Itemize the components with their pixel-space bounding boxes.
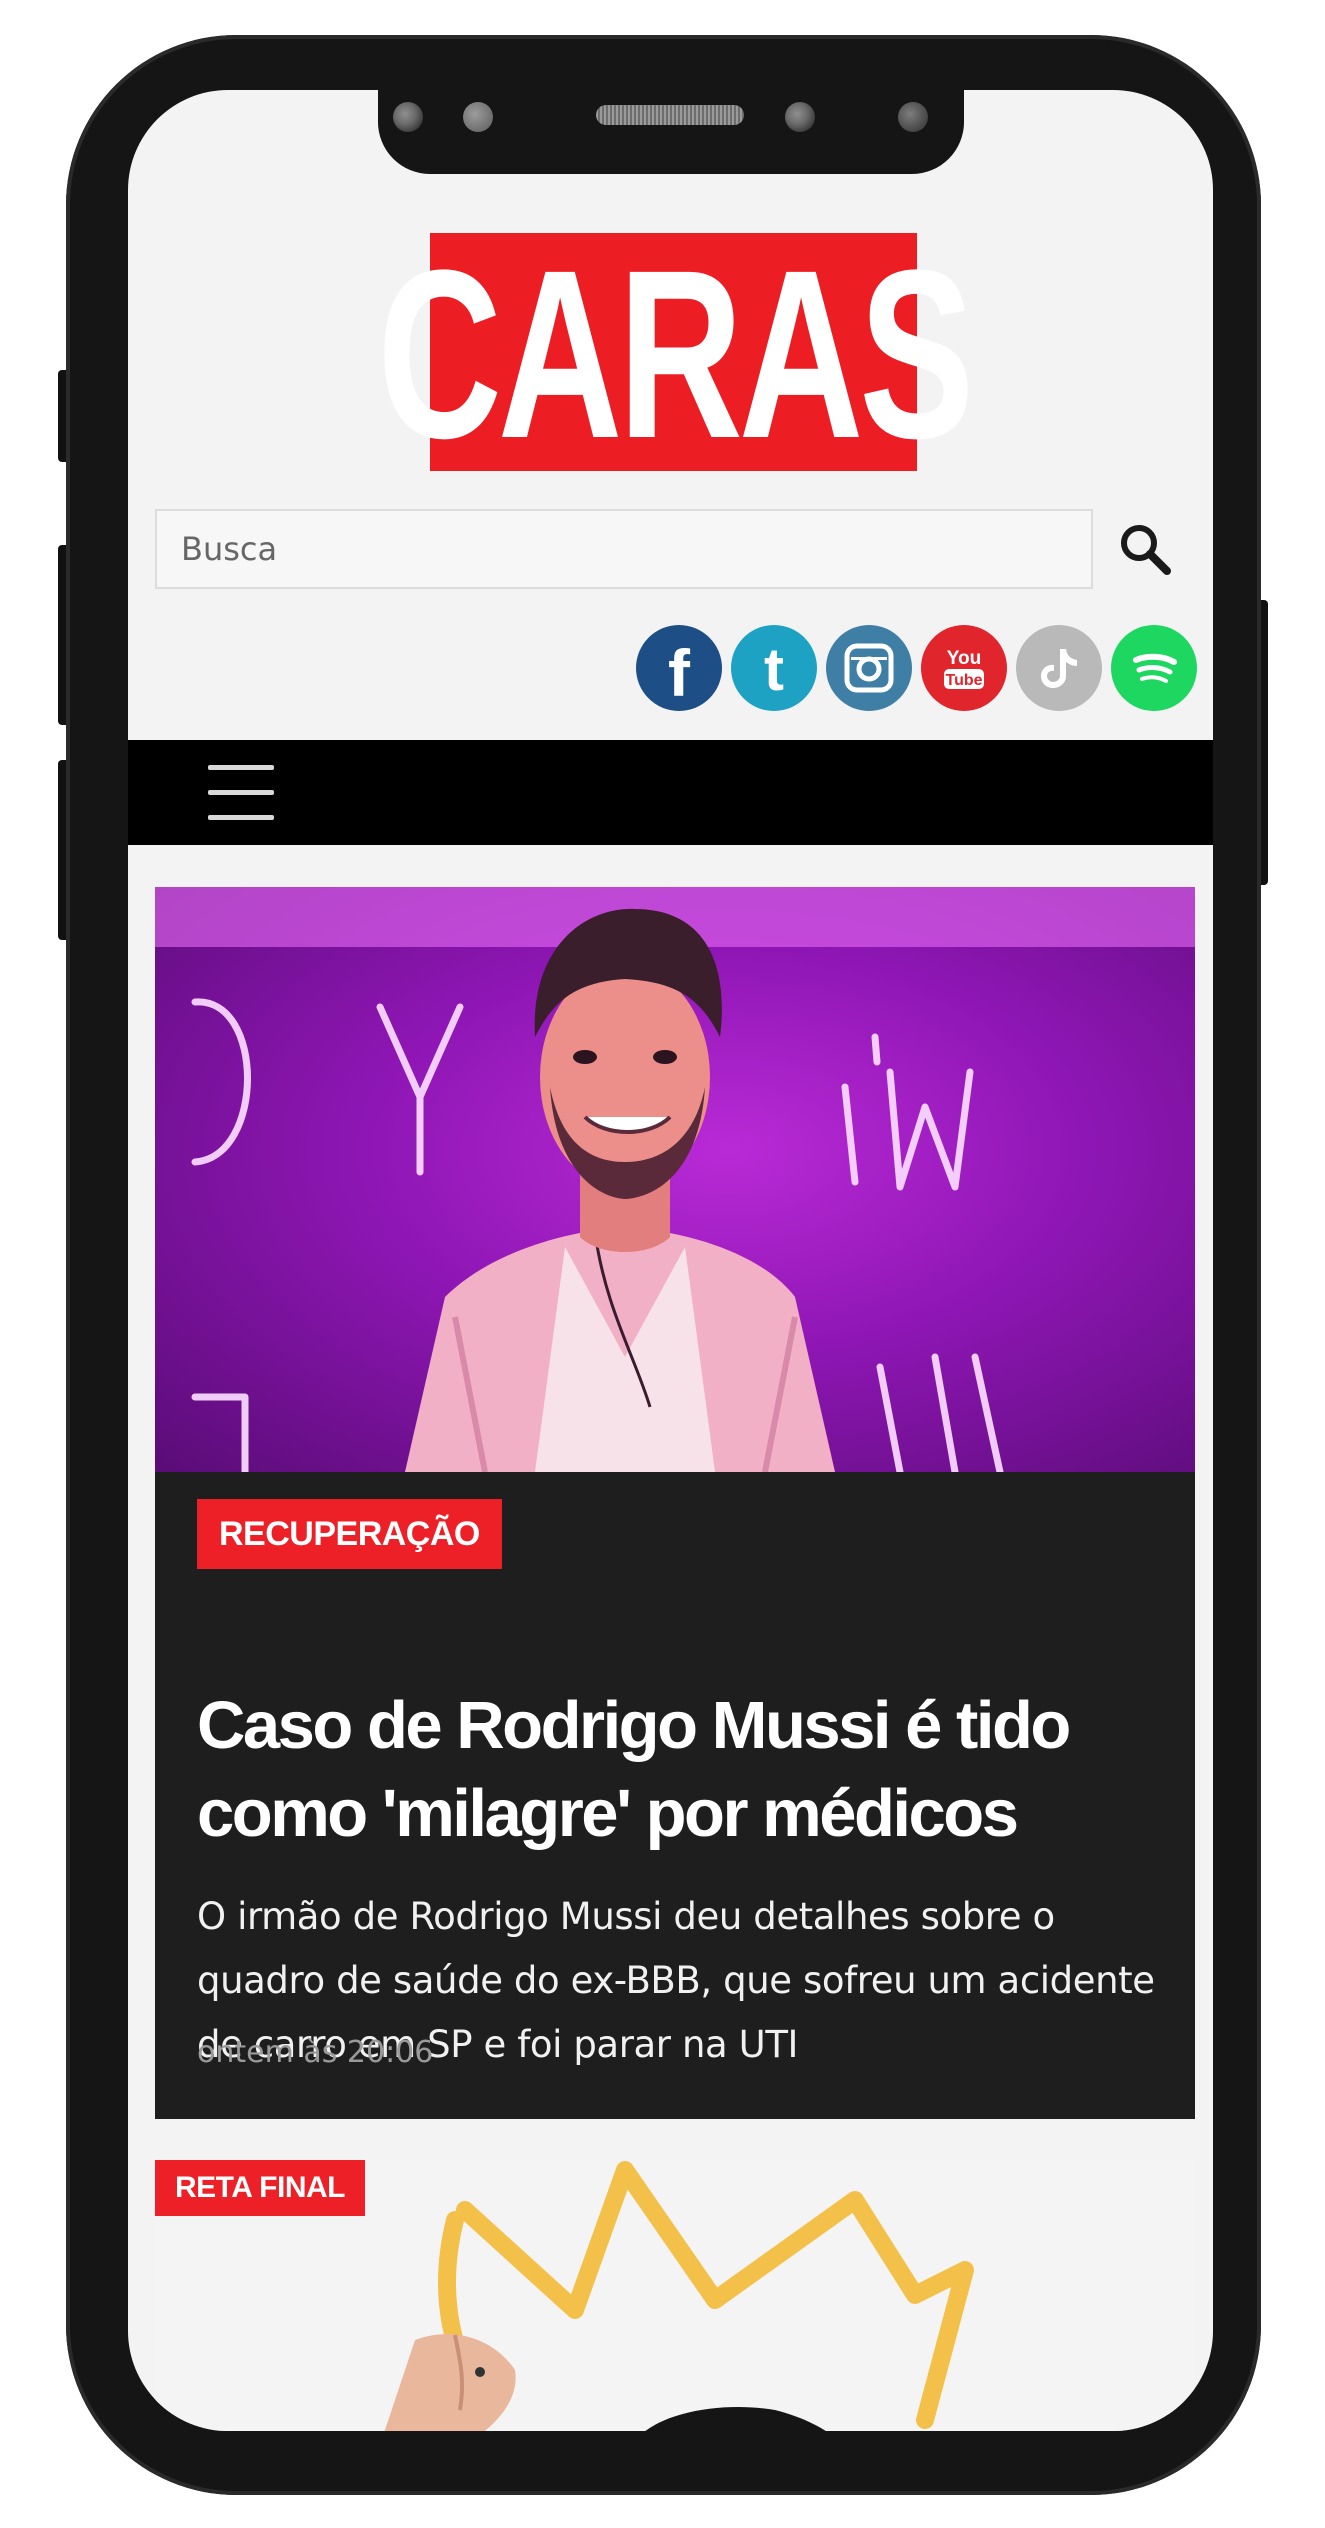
face-id-sensor-icon xyxy=(785,102,815,132)
second-article[interactable]: RETA FINAL xyxy=(155,2160,1195,2431)
search-icon xyxy=(1121,525,1171,575)
tiktok-glyph xyxy=(1041,649,1077,688)
youtube-glyph: You Tube xyxy=(944,648,984,689)
site-logo[interactable]: CARAS xyxy=(377,233,974,474)
earpiece-speaker xyxy=(596,105,744,125)
front-camera-icon xyxy=(393,102,423,132)
category-badge-2[interactable]: RETA FINAL xyxy=(155,2160,365,2216)
youtube-icon[interactable]: You Tube xyxy=(921,625,1007,711)
main-navbar xyxy=(128,740,1213,845)
spotify-icon[interactable] xyxy=(1111,625,1197,711)
menu-icon[interactable] xyxy=(208,765,274,821)
tiktok-icon[interactable] xyxy=(1016,625,1102,711)
phone-notch xyxy=(378,88,964,174)
facebook-icon[interactable]: f xyxy=(636,625,722,711)
feature-image[interactable] xyxy=(155,887,1195,1472)
logo-text: CARAS xyxy=(377,220,974,488)
spotify-glyph xyxy=(1133,653,1177,683)
article-headline[interactable]: Caso de Rodrigo Mussi é tido como 'milag… xyxy=(197,1682,1157,1858)
instagram-icon[interactable] xyxy=(826,625,912,711)
svg-text:Tube: Tube xyxy=(945,672,982,689)
twitter-icon[interactable]: t xyxy=(731,625,817,711)
svg-text:You: You xyxy=(947,648,981,669)
feature-photo xyxy=(155,887,1195,1472)
proximity-sensor-icon xyxy=(463,102,493,132)
search-input[interactable] xyxy=(155,509,1093,589)
feature-article[interactable]: RECUPERAÇÃO Caso de Rodrigo Mussi é tido… xyxy=(155,887,1195,2119)
phone-screen: CARAS f t You Tube xyxy=(128,90,1213,2431)
category-badge[interactable]: RECUPERAÇÃO xyxy=(197,1499,502,1569)
search-button[interactable] xyxy=(1110,514,1180,584)
article-timestamp: ontem às 20:06 xyxy=(197,2035,434,2070)
ambient-light-sensor-icon xyxy=(898,102,928,132)
instagram-glyph xyxy=(844,643,894,693)
